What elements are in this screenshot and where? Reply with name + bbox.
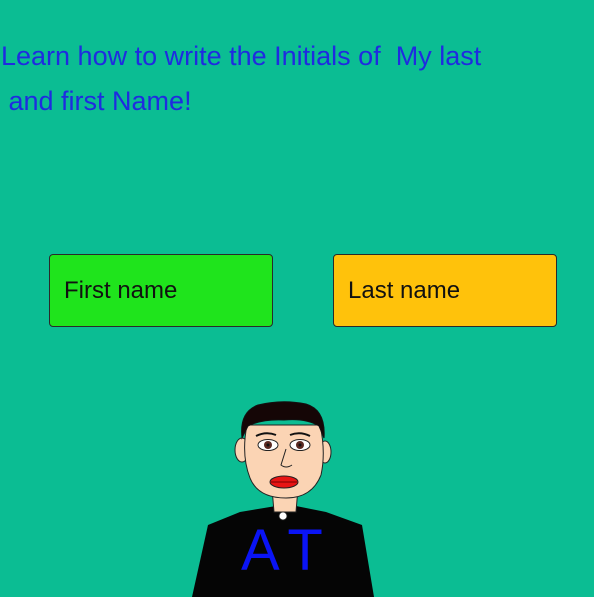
character-figure: AT: [192, 401, 374, 597]
initials-text: AT: [241, 518, 335, 583]
